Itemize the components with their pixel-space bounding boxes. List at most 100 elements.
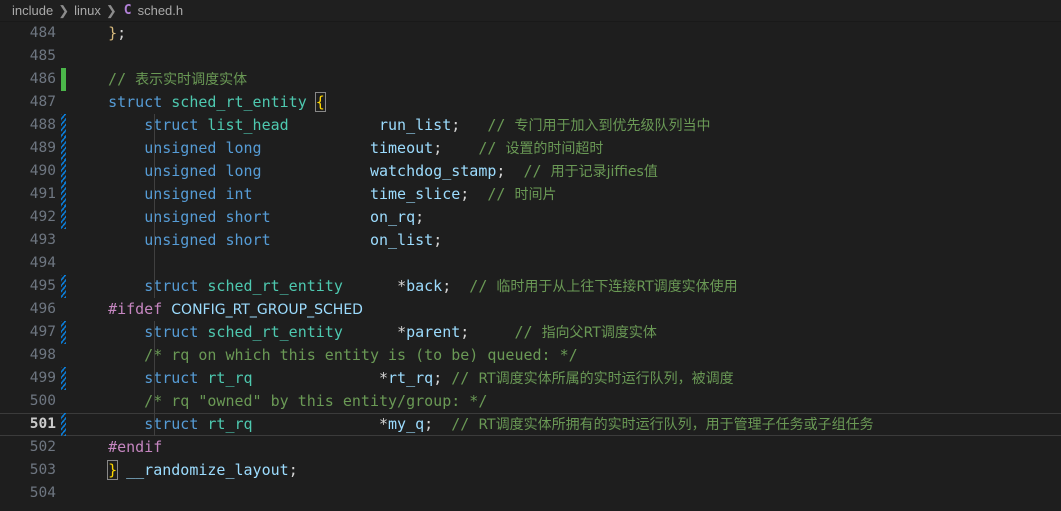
- code-line[interactable]: 487 struct sched_rt_entity {: [0, 91, 1061, 114]
- code-token: ;: [451, 116, 460, 134]
- code-line[interactable]: 488 struct list_head run_list; // 专门用于加入…: [0, 114, 1061, 137]
- line-number: 485: [0, 45, 56, 68]
- line-number: 500: [0, 390, 56, 413]
- code-token: 指向父RT调度实体: [542, 325, 657, 341]
- line-number: 486: [0, 68, 56, 91]
- code-text: struct rt_rq *rt_rq; // RT调度实体所属的实时运行队列，…: [66, 367, 1061, 390]
- code-line[interactable]: 503 } __randomize_layout;: [0, 459, 1061, 482]
- line-number: 495: [0, 275, 56, 298]
- indent-guide: [154, 229, 155, 252]
- code-token: [90, 93, 108, 111]
- code-token: my_q: [388, 415, 424, 433]
- code-line[interactable]: 502 #endif: [0, 436, 1061, 459]
- code-token: [90, 139, 144, 157]
- line-number: 497: [0, 321, 56, 344]
- code-text: unsigned short on_rq;: [66, 206, 1061, 229]
- code-token: ;: [460, 185, 469, 203]
- code-text: [66, 45, 1061, 68]
- chevron-right-icon: ❯: [58, 3, 69, 19]
- code-line[interactable]: 494: [0, 252, 1061, 275]
- code-token: sched_rt_entity: [207, 277, 342, 295]
- code-line[interactable]: 490 unsigned long watchdog_stamp; // 用于记…: [0, 160, 1061, 183]
- code-token: *: [379, 415, 388, 433]
- line-number: 493: [0, 229, 56, 252]
- code-token: //: [505, 162, 550, 180]
- code-text: /* rq on which this entity is (to be) qu…: [66, 344, 1061, 367]
- code-token: ;: [424, 415, 433, 433]
- code-line[interactable]: 489 unsigned long timeout; // 设置的时间超时: [0, 137, 1061, 160]
- line-number: 499: [0, 367, 56, 390]
- code-token: struct: [144, 277, 198, 295]
- indent-guide: [154, 275, 155, 298]
- code-token: *: [379, 369, 388, 387]
- breadcrumb-item-linux[interactable]: linux: [74, 3, 101, 18]
- code-line[interactable]: 499 struct rt_rq *rt_rq; // RT调度实体所属的实时运…: [0, 367, 1061, 390]
- code-line[interactable]: 496 #ifdef CONFIG_RT_GROUP_SCHED: [0, 298, 1061, 321]
- code-token: unsigned long: [144, 139, 261, 157]
- code-line[interactable]: 486 // 表示实时调度实体: [0, 68, 1061, 91]
- code-editor[interactable]: 484 };485486 // 表示实时调度实体487 struct sched…: [0, 22, 1061, 511]
- code-token: RT调度实体所属的实时运行队列，被调度: [478, 371, 733, 387]
- code-token: [90, 461, 108, 479]
- code-text: unsigned long timeout; // 设置的时间超时: [66, 137, 1061, 160]
- code-token: [90, 438, 108, 456]
- indent-guide: [154, 137, 155, 160]
- code-text: #endif: [66, 436, 1061, 459]
- line-number: 488: [0, 114, 56, 137]
- breadcrumb[interactable]: include ❯ linux ❯ C sched.h: [0, 0, 1061, 22]
- code-token: //: [442, 139, 505, 157]
- code-line[interactable]: 500 /* rq "owned" by this entity/group: …: [0, 390, 1061, 413]
- code-token: on_list: [370, 231, 433, 249]
- code-token: [262, 162, 370, 180]
- code-token: 设置的时间超时: [505, 141, 603, 157]
- code-text: #ifdef CONFIG_RT_GROUP_SCHED: [66, 298, 1061, 321]
- indent-guide: [154, 390, 155, 413]
- code-token: rt_rq: [207, 415, 252, 433]
- code-token: [90, 277, 144, 295]
- code-line[interactable]: 485: [0, 45, 1061, 68]
- code-token: [90, 185, 144, 203]
- code-token: struct: [144, 369, 198, 387]
- code-line[interactable]: 493 unsigned short on_list;: [0, 229, 1061, 252]
- code-token: 临时用于从上往下连接RT调度实体使用: [496, 279, 737, 295]
- code-text: struct rt_rq *my_q; // RT调度实体所拥有的实时运行队列，…: [66, 413, 1061, 436]
- code-text: unsigned long watchdog_stamp; // 用于记录jif…: [66, 160, 1061, 183]
- line-number: 490: [0, 160, 56, 183]
- code-token: [271, 231, 370, 249]
- code-text: struct sched_rt_entity {: [66, 91, 1061, 114]
- code-token: back: [406, 277, 442, 295]
- code-token: 用于记录jiffies值: [551, 164, 658, 180]
- code-line[interactable]: 504: [0, 482, 1061, 505]
- code-token: [162, 93, 171, 111]
- code-token: /* rq on which this entity is (to be) qu…: [90, 346, 578, 364]
- code-token: {: [316, 93, 325, 111]
- code-line[interactable]: 492 unsigned short on_rq;: [0, 206, 1061, 229]
- code-token: //: [460, 116, 514, 134]
- code-token: //: [469, 185, 514, 203]
- code-token: ;: [415, 208, 424, 226]
- code-token: 专门用于加入到优先级队列当中: [514, 118, 710, 134]
- code-line[interactable]: 501 struct rt_rq *my_q; // RT调度实体所拥有的实时运…: [0, 413, 1061, 436]
- code-line[interactable]: 498 /* rq on which this entity is (to be…: [0, 344, 1061, 367]
- code-token: ;: [460, 323, 469, 341]
- code-line[interactable]: 491 unsigned int time_slice; // 时间片: [0, 183, 1061, 206]
- code-text: struct sched_rt_entity *back; // 临时用于从上往…: [66, 275, 1061, 298]
- code-token: [90, 231, 144, 249]
- line-number: 491: [0, 183, 56, 206]
- line-number: 484: [0, 22, 56, 45]
- breadcrumb-item-include[interactable]: include: [12, 3, 53, 18]
- code-line[interactable]: 495 struct sched_rt_entity *back; // 临时用…: [0, 275, 1061, 298]
- breadcrumb-item-file[interactable]: sched.h: [138, 3, 184, 18]
- code-text: } __randomize_layout;: [66, 459, 1061, 482]
- indent-guide: [154, 160, 155, 183]
- code-token: struct: [108, 93, 162, 111]
- code-token: [90, 369, 144, 387]
- code-token: [253, 369, 379, 387]
- code-token: [271, 208, 370, 226]
- code-line[interactable]: 497 struct sched_rt_entity *parent; // 指…: [0, 321, 1061, 344]
- code-line[interactable]: 484 };: [0, 22, 1061, 45]
- code-token: 时间片: [514, 187, 556, 203]
- code-token: //: [90, 70, 135, 88]
- code-token: 表示实时调度实体: [135, 72, 247, 88]
- line-number: 494: [0, 252, 56, 275]
